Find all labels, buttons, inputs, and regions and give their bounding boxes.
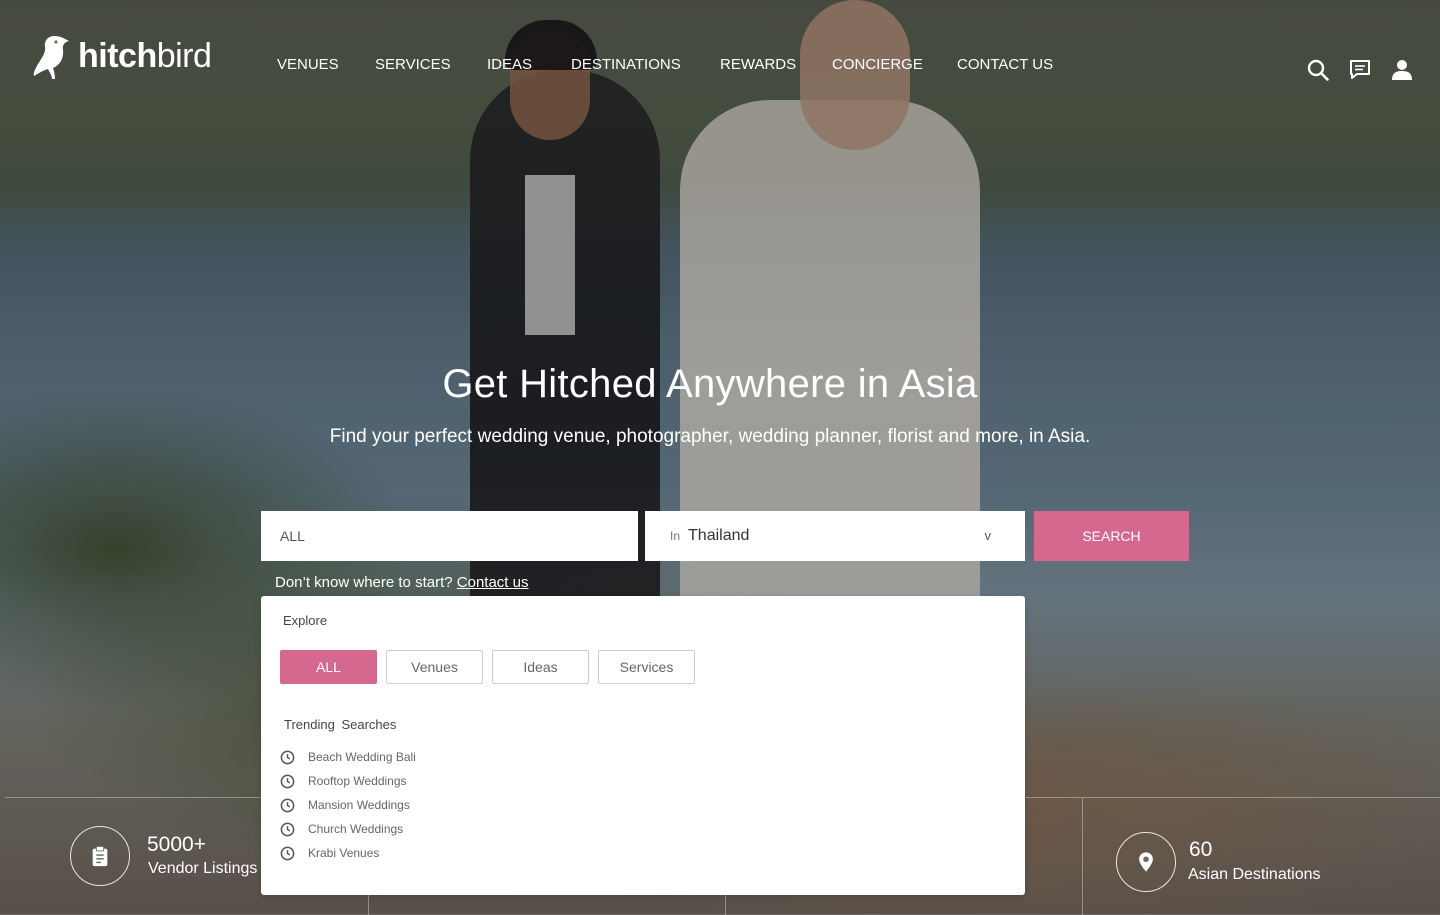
- trending-item[interactable]: Krabi Venues: [280, 841, 416, 865]
- chip-venues[interactable]: Venues: [386, 650, 483, 684]
- trending-item-label: Church Weddings: [308, 822, 404, 836]
- trending-item[interactable]: Beach Wedding Bali: [280, 745, 416, 769]
- search-icon[interactable]: [1306, 58, 1330, 82]
- nav-ideas[interactable]: IDEAS: [487, 56, 532, 73]
- bird-logo-icon: [33, 36, 69, 79]
- trending-list: Beach Wedding Bali Rooftop Weddings Mans…: [280, 745, 416, 865]
- map-pin-icon: [1116, 832, 1176, 892]
- explore-label: Explore: [283, 613, 328, 628]
- trending-item-label: Mansion Weddings: [308, 798, 410, 812]
- stat-divider: [1082, 798, 1083, 915]
- contact-us-link[interactable]: Contact us: [457, 574, 529, 591]
- chip-ideas[interactable]: Ideas: [492, 650, 589, 684]
- nav-venues[interactable]: VENUES: [277, 56, 339, 73]
- nav-services[interactable]: SERVICES: [375, 56, 451, 73]
- stat-destinations-number: 60: [1189, 838, 1213, 861]
- trending-item[interactable]: Mansion Weddings: [280, 793, 416, 817]
- nav-rewards[interactable]: REWARDS: [720, 56, 796, 73]
- clock-icon: [280, 798, 295, 812]
- stat-vendor-number: 5000+: [147, 833, 206, 856]
- trending-item-label: Rooftop Weddings: [308, 774, 407, 788]
- header-actions: [1306, 58, 1414, 82]
- nav-concierge[interactable]: CONCIERGE: [832, 56, 923, 73]
- stat-destinations-label: Asian Destinations: [1188, 866, 1321, 883]
- clock-icon: [280, 750, 295, 764]
- hero-subtitle: Find your perfect wedding venue, photogr…: [329, 426, 1091, 447]
- location-value: Thailand: [688, 527, 750, 544]
- chip-services[interactable]: Services: [598, 650, 695, 684]
- explore-dropdown: Explore ALL Venues Ideas Services Trendi…: [261, 596, 1025, 895]
- trending-item-label: Krabi Venues: [308, 846, 380, 860]
- search-category-input[interactable]: ALL: [261, 511, 638, 561]
- search-button[interactable]: SEARCH: [1034, 511, 1189, 561]
- brand-logo[interactable]: hitchbird: [30, 32, 212, 80]
- hero-title: Get Hitched Anywhere in Asia: [442, 362, 978, 406]
- site-header: hitchbird VENUES SERVICES IDEAS DESTINAT…: [0, 0, 1440, 120]
- stat-vendor-label: Vendor Listings: [148, 860, 258, 877]
- help-hint-text: Don’t know where to start?: [275, 574, 453, 591]
- chevron-down-icon: v: [984, 528, 992, 543]
- trending-item-label: Beach Wedding Bali: [308, 750, 416, 764]
- nav-contact-us[interactable]: CONTACT US: [957, 56, 1053, 73]
- clipboard-icon: [70, 826, 130, 886]
- chip-all[interactable]: ALL: [280, 650, 377, 684]
- nav-destinations[interactable]: DESTINATIONS: [571, 56, 681, 73]
- chat-icon[interactable]: [1348, 58, 1372, 82]
- trending-item[interactable]: Church Weddings: [280, 817, 416, 841]
- location-prefix: In: [670, 529, 681, 543]
- brand-wordmark: hitchbird: [78, 36, 212, 75]
- search-location-select[interactable]: In Thailand v: [645, 511, 1025, 561]
- trending-searches-label: Trending Searches: [284, 717, 397, 732]
- clock-icon: [280, 774, 295, 788]
- trending-item[interactable]: Rooftop Weddings: [280, 769, 416, 793]
- clock-icon: [280, 822, 295, 836]
- user-icon[interactable]: [1390, 58, 1414, 82]
- help-hint: Don’t know where to start? Contact us: [275, 574, 528, 591]
- clock-icon: [280, 846, 295, 860]
